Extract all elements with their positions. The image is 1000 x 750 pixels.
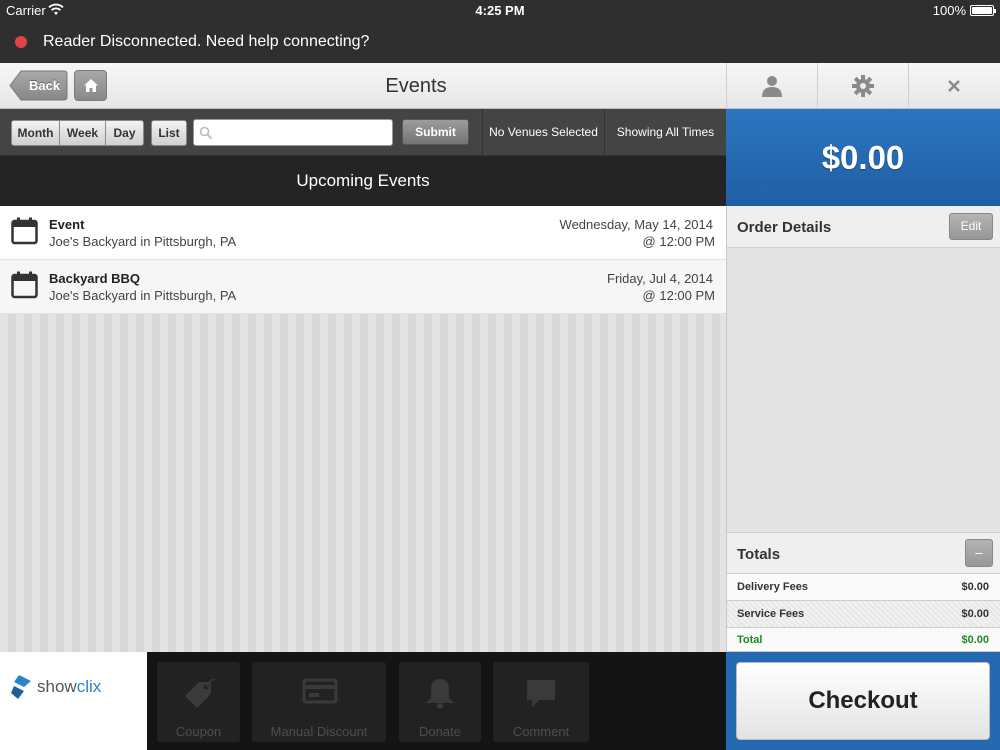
totals-title: Totals <box>737 546 781 563</box>
total-row: Total $0.00 <box>726 628 1000 652</box>
event-time: @ 12:00 PM <box>642 288 715 303</box>
venue-filter-button[interactable]: No Venues Selected <box>482 109 604 156</box>
comment-button[interactable]: Comment <box>493 662 589 742</box>
close-button[interactable] <box>908 63 1000 109</box>
battery-icon <box>970 5 996 16</box>
page-title: Events <box>385 75 447 97</box>
month-button[interactable]: Month <box>11 120 60 146</box>
app-root: Carrier 4:25 PM 100% Reader Disconnected… <box>0 0 1000 750</box>
events-list: Event Joe's Backyard in Pittsburgh, PA W… <box>0 206 726 652</box>
user-button[interactable] <box>726 63 817 109</box>
time-filter-button[interactable]: Showing All Times <box>604 109 726 156</box>
order-items-area <box>726 248 1000 532</box>
manual-discount-button[interactable]: Manual Discount <box>252 662 386 742</box>
submit-button[interactable]: Submit <box>402 119 469 145</box>
event-name: Backyard BBQ <box>49 271 141 286</box>
settings-button[interactable] <box>817 63 908 109</box>
fee-label: Service Fees <box>737 608 805 620</box>
filter-toolbar: Month Week Day List Submit No Venues Sel… <box>0 109 726 156</box>
reader-alert[interactable]: Reader Disconnected. Need help connectin… <box>0 22 1000 63</box>
gear-icon <box>852 75 874 97</box>
fee-value: $0.00 <box>961 581 989 593</box>
status-bar: Carrier 4:25 PM 100% <box>0 0 1000 22</box>
user-icon <box>762 76 782 97</box>
order-details-title: Order Details <box>737 219 832 236</box>
collapse-totals-button[interactable]: – <box>965 539 993 567</box>
top-right-toolbar <box>726 63 1000 109</box>
manual-discount-label: Manual Discount <box>270 724 368 739</box>
event-venue: Joe's Backyard in Pittsburgh, PA <box>49 234 237 249</box>
list-button[interactable]: List <box>151 120 187 146</box>
alert-message: Reader Disconnected. Need help connectin… <box>43 33 370 50</box>
delivery-fees-row: Delivery Fees $0.00 <box>726 574 1000 601</box>
section-header: Upcoming Events <box>0 156 726 206</box>
status-time: 4:25 PM <box>475 3 525 18</box>
total-value: $0.00 <box>961 634 989 646</box>
donate-button[interactable]: Donate <box>399 662 481 742</box>
showclix-logo-icon <box>11 675 31 699</box>
checkout-button[interactable]: Checkout <box>736 662 990 740</box>
nav-bar: Back Events <box>0 63 726 109</box>
day-button[interactable]: Day <box>106 120 144 146</box>
event-date: Wednesday, May 14, 2014 <box>559 217 713 232</box>
edit-button[interactable]: Edit <box>949 213 993 240</box>
totals-header: Totals – <box>726 532 1000 574</box>
brand-logo: showclix <box>0 652 147 750</box>
coupon-label: Coupon <box>175 724 222 739</box>
bell-icon <box>426 679 454 709</box>
coupon-button[interactable]: Coupon <box>157 662 240 742</box>
comment-icon <box>527 680 555 707</box>
alert-dot-icon <box>15 36 27 48</box>
donate-label: Donate <box>419 724 461 739</box>
event-name: Event <box>49 217 85 232</box>
order-details-header: Order Details Edit <box>726 206 1000 248</box>
fee-value: $0.00 <box>961 608 989 620</box>
event-date: Friday, Jul 4, 2014 <box>607 271 713 286</box>
order-amount: $0.00 <box>726 109 1000 206</box>
event-row[interactable]: Backyard BBQ Joe's Backyard in Pittsburg… <box>0 260 726 314</box>
calendar-icon <box>11 217 38 245</box>
action-bar: Coupon Manual Discount Donate Comment <box>147 652 726 750</box>
fee-label: Delivery Fees <box>737 581 808 593</box>
event-time: @ 12:00 PM <box>642 234 715 249</box>
close-icon <box>948 80 960 92</box>
search-input[interactable] <box>218 123 386 142</box>
event-venue: Joe's Backyard in Pittsburgh, PA <box>49 288 237 303</box>
tag-icon <box>185 678 216 708</box>
search-icon <box>199 126 213 140</box>
total-label: Total <box>737 634 763 646</box>
service-fees-row: Service Fees $0.00 <box>726 601 1000 628</box>
event-row[interactable]: Event Joe's Backyard in Pittsburgh, PA W… <box>0 206 726 260</box>
comment-label: Comment <box>512 724 570 739</box>
credit-card-icon <box>302 678 338 704</box>
brand-name: showclix <box>37 677 102 696</box>
checkout-area: Checkout <box>726 652 1000 750</box>
calendar-icon <box>11 271 38 299</box>
battery-label: 100% <box>932 3 966 18</box>
week-button[interactable]: Week <box>60 120 106 146</box>
search-box[interactable] <box>193 119 393 146</box>
